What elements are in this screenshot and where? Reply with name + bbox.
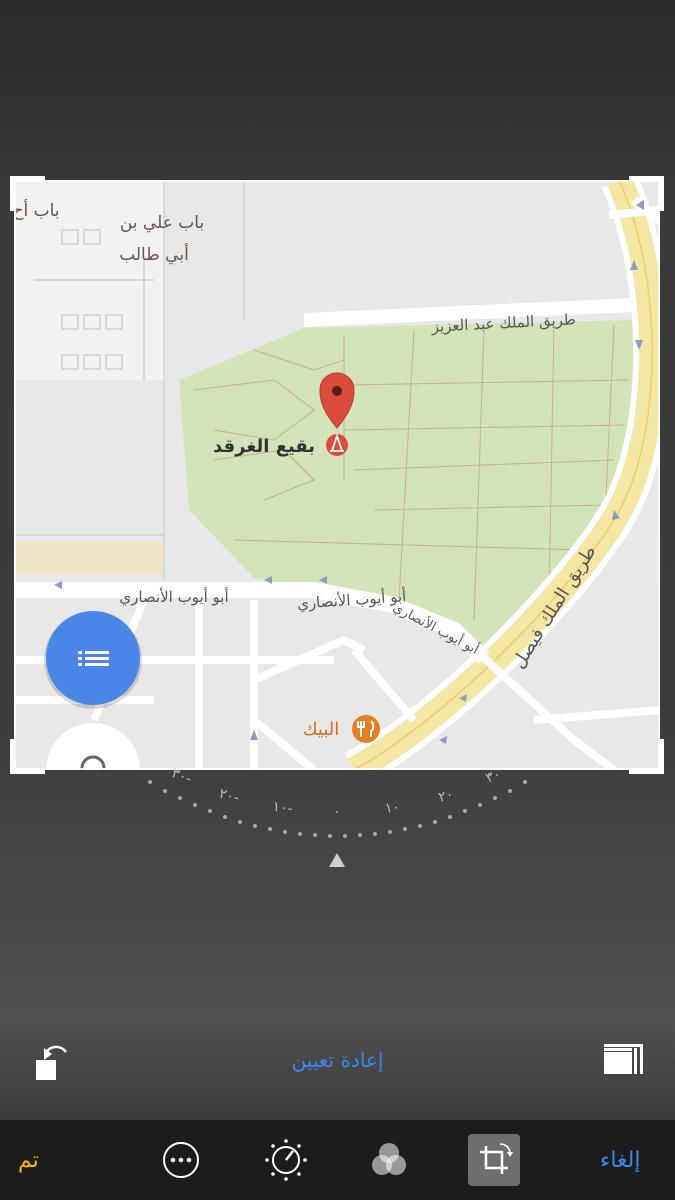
rotate-icon[interactable] <box>30 1038 74 1082</box>
gate-ali-label-line2: أبي طالب <box>119 243 189 265</box>
map-image: باب علي بن أبي طالب باب أح طريق الملك عب… <box>14 180 660 770</box>
filters-icon[interactable] <box>365 1136 413 1184</box>
straighten-dial[interactable]: ٣٠- ٢٠- ١٠- ٠ ١٠ ٢٠ ٣٠ <box>0 760 675 880</box>
dial-tick-label: ٣٠- <box>169 765 194 787</box>
cemetery-icon <box>326 433 348 456</box>
aspect-ratio-icon[interactable] <box>600 1040 648 1080</box>
baqi-cemetery-label: بقيع الغرقد <box>213 436 315 457</box>
adjust-dial-icon[interactable] <box>262 1136 310 1184</box>
dial-tick-label: ٠ <box>333 804 341 820</box>
crop-controls-row: إعادة تعيين <box>0 1030 675 1090</box>
edit-toolbar: تم إلغاء <box>0 1120 675 1200</box>
dial-tick-label: ١٠- <box>272 799 294 817</box>
gate-ali-label-line1: باب علي بن <box>120 213 204 233</box>
crop-handle-top-left[interactable] <box>10 176 45 211</box>
crop-area[interactable]: باب علي بن أبي طالب باب أح طريق الملك عب… <box>10 176 664 774</box>
crop-handle-top-right[interactable] <box>629 176 664 211</box>
restaurant-icon <box>352 715 380 743</box>
dial-tick-label: ٣٠ <box>484 766 504 786</box>
done-button[interactable]: تم <box>18 1148 39 1173</box>
abu-ayyub-label-1: أبو أيوب الأنصاري <box>119 587 228 607</box>
list-fab-button[interactable] <box>44 611 142 709</box>
dial-tick-label: ١٠ <box>384 799 401 817</box>
reset-button[interactable]: إعادة تعيين <box>250 1048 425 1072</box>
dial-indicator <box>329 853 345 867</box>
albaik-label: البيك <box>303 719 340 740</box>
cancel-button[interactable]: إلغاء <box>600 1148 640 1173</box>
crop-icon[interactable] <box>470 1136 518 1184</box>
dial-tick-label: ٢٠- <box>217 786 241 807</box>
more-icon[interactable] <box>157 1136 205 1184</box>
dial-tick-label: ٢٠ <box>437 786 456 805</box>
